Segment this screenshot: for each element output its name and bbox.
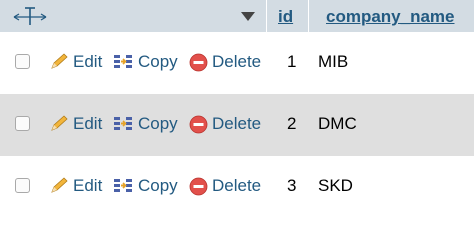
delete-icon bbox=[189, 115, 208, 133]
edit-button[interactable]: Edit bbox=[49, 114, 102, 134]
table-row: Edit Copy Delete 2 DMC bbox=[0, 94, 474, 156]
delete-label: Delete bbox=[212, 114, 262, 133]
copy-icon bbox=[114, 179, 132, 192]
left-right-arrows-icon[interactable] bbox=[13, 5, 47, 29]
pencil-icon bbox=[51, 115, 68, 131]
edit-button[interactable]: Edit bbox=[49, 176, 102, 196]
copy-label: Copy bbox=[138, 52, 178, 71]
row-checkbox[interactable] bbox=[15, 178, 30, 193]
table-row: Edit Copy Delete 3 SKD bbox=[0, 156, 474, 218]
cell-id[interactable]: 1 bbox=[287, 52, 296, 72]
edit-label: Edit bbox=[73, 114, 103, 133]
copy-button[interactable]: Copy bbox=[113, 176, 178, 196]
cell-company-name[interactable]: SKD bbox=[318, 176, 353, 196]
edit-label: Edit bbox=[73, 52, 103, 71]
copy-button[interactable]: Copy bbox=[113, 52, 178, 72]
copy-label: Copy bbox=[138, 114, 178, 133]
copy-button[interactable]: Copy bbox=[113, 114, 178, 134]
cell-company-name[interactable]: MIB bbox=[318, 52, 348, 72]
table-header: id company_name bbox=[0, 0, 474, 32]
delete-icon bbox=[189, 177, 208, 195]
column-divider bbox=[308, 0, 309, 32]
column-divider bbox=[266, 0, 267, 32]
delete-button[interactable]: Delete bbox=[189, 176, 261, 196]
pencil-icon bbox=[51, 53, 68, 69]
row-checkbox[interactable] bbox=[15, 116, 30, 131]
delete-label: Delete bbox=[212, 52, 262, 71]
cell-company-name[interactable]: DMC bbox=[318, 114, 357, 134]
delete-button[interactable]: Delete bbox=[189, 52, 261, 72]
column-header-id[interactable]: id bbox=[278, 7, 293, 27]
column-header-company-name[interactable]: company_name bbox=[326, 7, 455, 27]
pencil-icon bbox=[51, 177, 68, 193]
edit-button[interactable]: Edit bbox=[49, 52, 102, 72]
copy-icon bbox=[114, 117, 132, 130]
cell-id[interactable]: 3 bbox=[287, 176, 296, 196]
copy-label: Copy bbox=[138, 176, 178, 195]
table-row: Edit Copy Delete 1 MIB bbox=[0, 32, 474, 94]
edit-label: Edit bbox=[73, 176, 103, 195]
sort-caret-icon[interactable] bbox=[241, 12, 255, 21]
delete-button[interactable]: Delete bbox=[189, 114, 261, 134]
cell-id[interactable]: 2 bbox=[287, 114, 296, 134]
delete-icon bbox=[189, 53, 208, 71]
row-checkbox[interactable] bbox=[15, 54, 30, 69]
copy-icon bbox=[114, 55, 132, 68]
delete-label: Delete bbox=[212, 176, 262, 195]
